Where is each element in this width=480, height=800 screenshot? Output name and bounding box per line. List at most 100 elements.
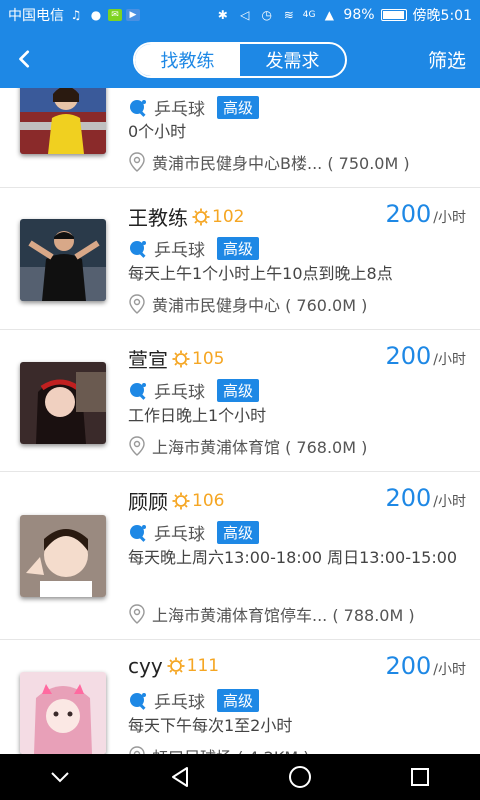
location-pin-icon (129, 746, 145, 754)
bluetooth-icon: ✱ (217, 8, 228, 22)
level-value: 106 (192, 490, 225, 511)
battery-icon (380, 9, 407, 21)
back-triangle-icon (172, 767, 188, 787)
level-indicator: 105 (172, 349, 224, 369)
sport-row: 乒乓球 高级 (128, 378, 260, 403)
battery-percent: 98% (343, 7, 375, 23)
sun-icon (172, 350, 190, 367)
price-unit: /小时 (433, 210, 466, 226)
tab-post-request[interactable]: 发需求 (240, 44, 345, 76)
sport-row: 乒乓球 高级 (128, 95, 260, 120)
chevron-down-icon (51, 772, 69, 783)
alarm-icon: ◷ (261, 8, 272, 22)
clock: 傍晚5:01 (412, 8, 472, 24)
sun-icon (167, 657, 185, 675)
coach-name: cyy (128, 654, 163, 678)
back-arrow-icon (19, 50, 30, 68)
sun-icon (192, 208, 210, 225)
price-value: 200 (385, 200, 432, 228)
name-row: 萱宣 105 (128, 344, 224, 373)
coach-card[interactable]: 王教练 102 200 /小时 乒乓球 高级 每天上午1个小时上午10点到晚上8… (0, 188, 480, 330)
coach-photo (20, 219, 106, 301)
system-nav-bar (0, 754, 480, 800)
coach-name: 顾顾 (128, 490, 168, 514)
price: 200 /小时 (385, 342, 466, 370)
price-unit: /小时 (433, 352, 466, 368)
filter-button[interactable]: 筛选 (428, 46, 466, 73)
coach-card[interactable]: 乒乓球 高级 0个小时 黄浦市民健身中心B楼... ( 750.0M ) (0, 88, 480, 188)
schedule-text: 每天下午每次1至2小时 (128, 716, 293, 735)
location-text: 上海市黄浦体育馆停车... ( 788.0M ) (152, 606, 415, 625)
nav-back-button[interactable] (160, 757, 200, 797)
price: 200 /小时 (385, 200, 466, 228)
recents-square-icon (411, 768, 429, 786)
tab-find-coach[interactable]: 找教练 (135, 44, 240, 76)
coach-name: 王教练 (128, 206, 188, 230)
schedule-text: 每天晚上周六13:00-18:00 周日13:00-15:00 (128, 548, 458, 567)
back-button[interactable] (10, 44, 40, 74)
price-value: 200 (385, 652, 432, 680)
schedule-text: 0个小时 (128, 122, 187, 141)
sport-label: 乒乓球 (154, 693, 205, 713)
name-row: cyy 111 (128, 654, 219, 678)
coach-list[interactable]: 乒乓球 高级 0个小时 黄浦市民健身中心B楼... ( 750.0M ) 王教练 (0, 88, 480, 754)
location-row: 上海市黄浦体育馆停车... ( 788.0M ) (128, 602, 415, 626)
coach-photo (20, 88, 106, 154)
wifi-icon: ≋ (283, 8, 294, 22)
header: 找教练 发需求 筛选 (0, 30, 480, 88)
location-row: 上海市黄浦体育馆 ( 768.0M ) (128, 434, 367, 458)
coach-photo (20, 515, 106, 597)
mute-icon: ◁ (240, 8, 250, 22)
ping-pong-icon (130, 240, 146, 258)
location-pin-icon (129, 152, 145, 172)
level-indicator: 111 (167, 656, 219, 676)
sport-row: 乒乓球 高级 (128, 688, 260, 713)
level-badge: 高级 (217, 379, 260, 402)
level-value: 105 (192, 348, 225, 369)
coach-card[interactable]: 萱宣 105 200 /小时 乒乓球 高级 工作日晚上1个小时 上海市黄浦体育馆… (0, 330, 480, 472)
nav-hide-button[interactable] (40, 757, 80, 797)
level-indicator: 102 (192, 207, 244, 227)
sport-row: 乒乓球 高级 (128, 236, 260, 261)
nav-recents-button[interactable] (400, 757, 440, 797)
coach-name: 萱宣 (128, 348, 168, 372)
level-indicator: 106 (172, 491, 224, 511)
level-badge: 高级 (217, 689, 260, 712)
level-badge: 高级 (217, 237, 260, 260)
music-icon: ♫ (70, 8, 82, 22)
location-row: 黄浦市民健身中心 ( 760.0M ) (128, 292, 367, 316)
level-value: 111 (186, 656, 220, 676)
sport-label: 乒乓球 (154, 100, 205, 120)
price: 200 /小时 (385, 484, 466, 512)
ping-pong-icon (130, 692, 146, 710)
segmented-control: 找教练 发需求 (133, 42, 347, 78)
coach-card[interactable]: cyy 111 200 /小时 乒乓球 高级 每天下午每次1至2小时 虹口足球场… (0, 640, 480, 754)
location-text: 上海市黄浦体育馆 ( 768.0M ) (152, 438, 368, 457)
location-text: 黄浦市民健身中心 ( 760.0M ) (152, 296, 368, 315)
price-unit: /小时 (433, 494, 466, 510)
play-notification-icon: ▶ (126, 9, 140, 21)
status-bar: 中国电信 ♫ ● ✉ ▶ ✱ ◁ ◷ ≋ 4G ▲ 98% 傍晚5:01 (0, 0, 480, 30)
sport-label: 乒乓球 (154, 525, 205, 545)
sport-label: 乒乓球 (154, 383, 205, 403)
level-value: 102 (212, 206, 245, 227)
wechat-icon: ● (90, 8, 102, 22)
app-notification-icon: ✉ (108, 9, 122, 21)
ping-pong-icon (130, 99, 146, 117)
status-right: ✱ ◁ ◷ ≋ 4G ▲ 98% 傍晚5:01 (215, 5, 472, 25)
coach-photo (20, 672, 106, 754)
nav-home-button[interactable] (280, 757, 320, 797)
location-pin-icon (129, 294, 145, 314)
price: 200 /小时 (385, 652, 466, 680)
location-row: 黄浦市民健身中心B楼... ( 750.0M ) (128, 150, 410, 174)
carrier-label: 中国电信 (8, 8, 64, 24)
name-row: 顾顾 106 (128, 486, 224, 515)
name-row: 王教练 102 (128, 202, 244, 231)
signal-icon: ▲ (324, 8, 335, 22)
home-circle-icon (289, 766, 311, 788)
network-label: 4G (302, 10, 316, 20)
coach-card[interactable]: 顾顾 106 200 /小时 乒乓球 高级 每天晚上周六13:00-18:00 … (0, 472, 480, 640)
ping-pong-icon (130, 524, 146, 542)
sun-icon (172, 492, 190, 509)
level-badge: 高级 (217, 521, 260, 544)
